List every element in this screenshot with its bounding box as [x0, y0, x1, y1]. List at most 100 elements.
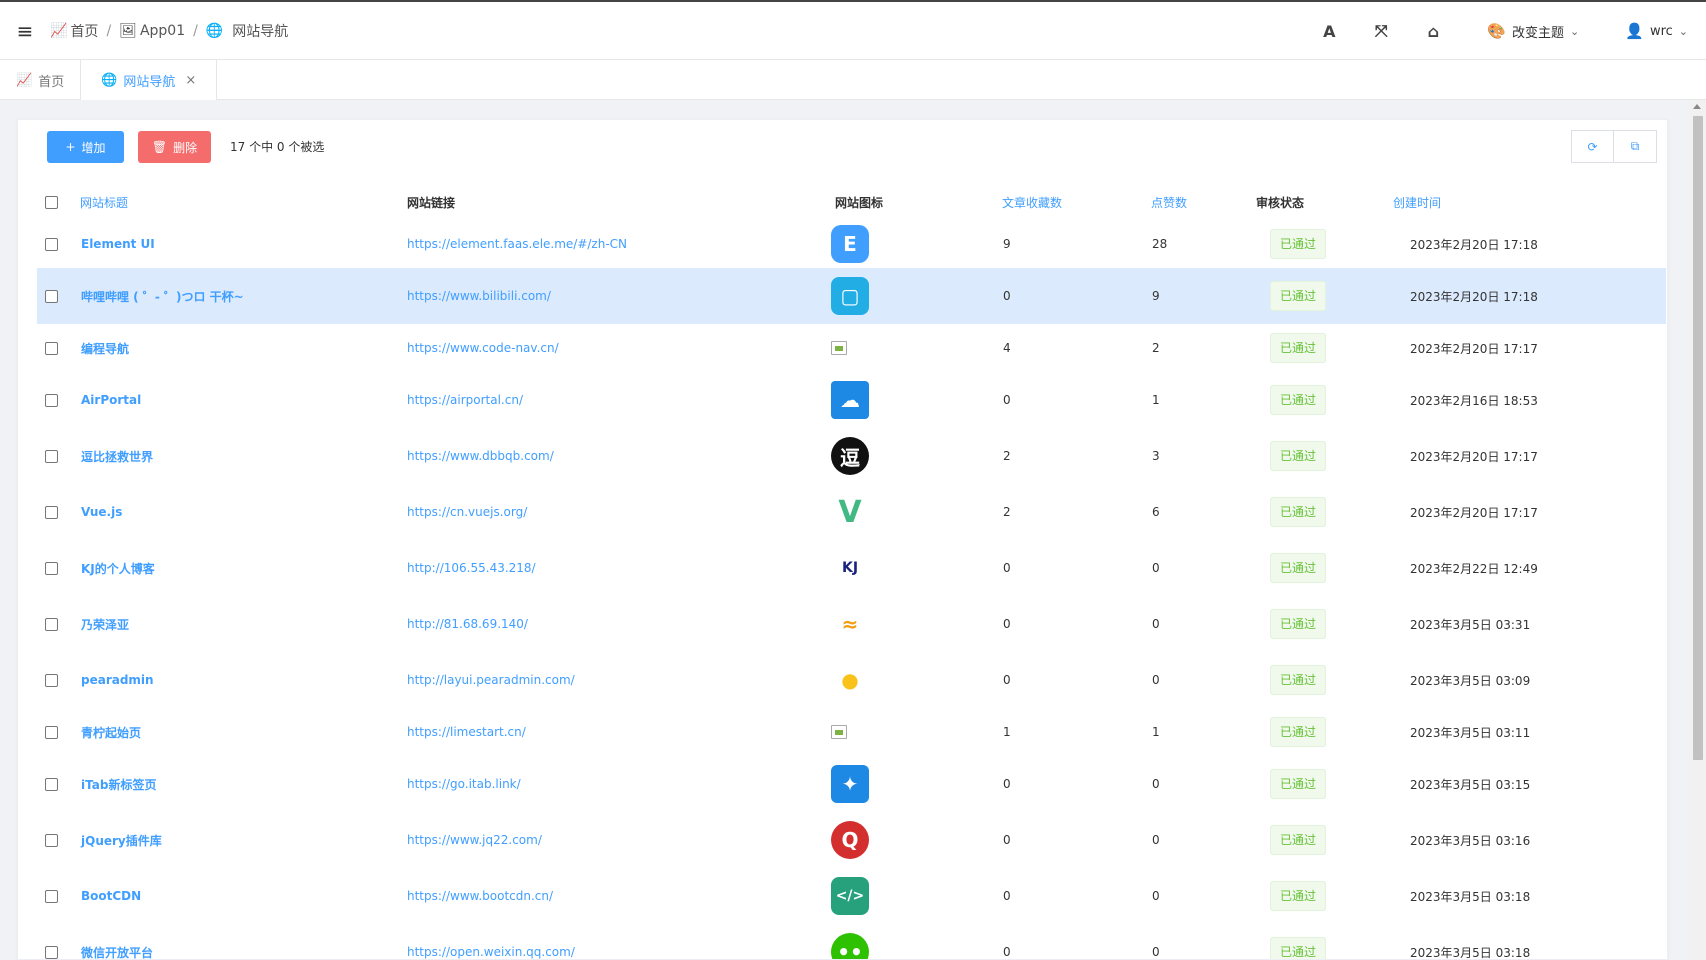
- export-icon[interactable]: ⧉: [1614, 130, 1657, 163]
- site-url-link[interactable]: https://limestart.cn/: [407, 708, 526, 756]
- trash-icon: 🗑: [151, 140, 168, 154]
- chevron-down-icon: ⌄: [1678, 24, 1688, 38]
- row-checkbox[interactable]: [45, 617, 58, 631]
- row-checkbox[interactable]: [45, 725, 58, 739]
- tab-site-nav[interactable]: 🌐 网站导航 ×: [81, 60, 218, 100]
- site-title-link[interactable]: pearadmin: [81, 652, 154, 708]
- site-title-link[interactable]: 微信开放平台: [81, 924, 153, 960]
- table-row[interactable]: 逗比拯救世界 https://www.dbbqb.com/逗 2 3 已通过 2023年2…: [37, 428, 1666, 484]
- table-row[interactable]: AirPortal https://airportal.cn/ ☁ 0 1 已通过 2023…: [37, 372, 1666, 428]
- table-row[interactable]: jQuery插件库 https://www.jq22.com/Q 0 0 已通过 2023…: [37, 812, 1666, 868]
- table-row[interactable]: 青柠起始页 https://limestart.cn/1 1 已通过 2023年3月5日…: [37, 708, 1666, 756]
- delete-button[interactable]: 🗑 删除: [138, 131, 211, 163]
- row-checkbox[interactable]: [45, 777, 58, 791]
- site-url-link[interactable]: http://81.68.69.140/: [407, 596, 528, 652]
- table-row[interactable]: 编程导航 https://www.code-nav.cn/4 2 已通过 2023年2月…: [37, 324, 1666, 372]
- status-badge: 已通过: [1270, 553, 1327, 583]
- select-all-checkbox[interactable]: [45, 195, 58, 209]
- column-header-favorites[interactable]: 文章收藏数: [1002, 184, 1062, 220]
- site-title-link[interactable]: 哔哩哔哩 ( ゜- ゜)つロ 干杯~: [81, 268, 244, 324]
- site-title-link[interactable]: BootCDN: [81, 868, 141, 924]
- column-header-title[interactable]: 网站标题: [80, 184, 128, 220]
- row-checkbox-cell: [45, 540, 58, 596]
- row-checkbox[interactable]: [45, 673, 58, 687]
- site-title-link[interactable]: Element UI: [81, 220, 155, 268]
- breadcrumb-label: App01: [139, 22, 186, 39]
- site-title-link[interactable]: 青柠起始页: [81, 708, 141, 756]
- row-checkbox[interactable]: [45, 237, 58, 251]
- row-checkbox[interactable]: [45, 889, 58, 903]
- breadcrumb-item-app01[interactable]: 🖼 App01: [119, 23, 185, 39]
- select-all-checkbox-cell: [45, 184, 58, 220]
- site-url-link[interactable]: https://www.bootcdn.cn/: [407, 868, 553, 924]
- table-row[interactable]: 乃荣泽亚 http://81.68.69.140/ ≈0 0 已通过 2023年3月5日 …: [37, 596, 1666, 652]
- theme-dropdown[interactable]: 🎨 改变主题 ⌄: [1469, 2, 1597, 60]
- site-url-link[interactable]: https://airportal.cn/: [407, 372, 523, 428]
- column-header-created[interactable]: 创建时间: [1393, 184, 1441, 220]
- scroll-up-icon[interactable]: [1693, 104, 1701, 109]
- row-checkbox-cell: [45, 372, 58, 428]
- site-icon-cell: ●: [831, 652, 869, 708]
- delete-button-label: 删除: [173, 140, 198, 155]
- row-checkbox[interactable]: [45, 945, 58, 959]
- row-checkbox[interactable]: [45, 289, 58, 303]
- row-checkbox[interactable]: [45, 449, 58, 463]
- created-time: 2023年2月20日 17:17: [1410, 505, 1538, 520]
- site-title-link[interactable]: 乃荣泽亚: [81, 596, 129, 652]
- status-cell: 已通过: [1270, 868, 1327, 924]
- site-icon-cell: ≈: [831, 596, 869, 652]
- add-button[interactable]: + 增加: [47, 131, 124, 163]
- content-card: + 增加 🗑 删除 17 个中 0 个被选 ⟳ ⧉ 网站标题 网站链接 网站图标…: [17, 119, 1668, 960]
- table-row[interactable]: 哔哩哔哩 ( ゜- ゜)つロ 干杯~ https://www.bilibili.c…: [37, 268, 1666, 324]
- refresh-icon[interactable]: ⟳: [1571, 130, 1614, 163]
- row-checkbox[interactable]: [45, 561, 58, 575]
- site-title-link[interactable]: AirPortal: [81, 372, 141, 428]
- site-title-link[interactable]: KJ的个人博客: [81, 540, 155, 596]
- site-title-link[interactable]: Vue.js: [81, 484, 122, 540]
- chart-line-icon: 📈: [50, 22, 68, 39]
- site-icon-cell: [831, 324, 847, 372]
- site-url-link[interactable]: http://106.55.43.218/: [407, 540, 536, 596]
- row-checkbox[interactable]: [45, 833, 58, 847]
- row-checkbox[interactable]: [45, 393, 58, 407]
- table-row[interactable]: pearadmin http://layui.pearadmin.com/ ● 0 0 已…: [37, 652, 1666, 708]
- menu-toggle-icon[interactable]: ≡: [0, 2, 50, 60]
- home-icon[interactable]: ⌂: [1407, 2, 1459, 60]
- tab-home[interactable]: 📈 首页: [0, 60, 82, 100]
- favorites-count: 0: [1003, 289, 1011, 303]
- breadcrumb-item-home[interactable]: 📈 首页: [50, 21, 98, 41]
- close-icon[interactable]: ×: [185, 73, 196, 88]
- site-url-link[interactable]: https://www.jq22.com/: [407, 812, 542, 868]
- site-url-link[interactable]: http://layui.pearadmin.com/: [407, 652, 575, 708]
- site-title-link[interactable]: 编程导航: [81, 324, 129, 372]
- likes-count: 3: [1152, 449, 1160, 463]
- vertical-scrollbar[interactable]: [1689, 100, 1706, 960]
- table-row[interactable]: 微信开放平台 https://open.weixin.qq.com/ •• 0 0 已通过…: [37, 924, 1666, 960]
- selection-info: 17 个中 0 个被选: [230, 140, 325, 154]
- site-url-link[interactable]: https://go.itab.link/: [407, 756, 521, 812]
- user-dropdown[interactable]: 👤 wrc ⌄: [1607, 2, 1706, 60]
- site-url-link[interactable]: https://www.code-nav.cn/: [407, 324, 559, 372]
- table-row[interactable]: BootCDN https://www.bootcdn.cn/ </> 0 0 已通过 20…: [37, 868, 1666, 924]
- row-checkbox[interactable]: [45, 341, 58, 355]
- table-row[interactable]: KJ的个人博客 http://106.55.43.218/KJ 0 0 已通过 2023年…: [37, 540, 1666, 596]
- font-size-icon[interactable]: A: [1303, 2, 1355, 60]
- row-checkbox[interactable]: [45, 505, 58, 519]
- scrollbar-thumb[interactable]: [1693, 116, 1703, 760]
- site-title-link[interactable]: 逗比拯救世界: [81, 428, 153, 484]
- site-title-link[interactable]: iTab新标签页: [81, 756, 156, 812]
- site-url-link[interactable]: https://open.weixin.qq.com/: [407, 924, 575, 959]
- column-header-likes[interactable]: 点赞数: [1151, 184, 1187, 220]
- site-url-link[interactable]: https://www.dbbqb.com/: [407, 428, 554, 484]
- table-row[interactable]: Element UI https://element.faas.ele.me/#/…: [37, 220, 1666, 268]
- table-row[interactable]: iTab新标签页 https://go.itab.link/ ✦ 0 0 已通过 2023年…: [37, 756, 1666, 812]
- top-header: ≡ 📈 首页 / 🖼 App01 / 🌐 网站导航 A ⤧ ⌂ 🎨 改变主题 ⌄…: [0, 0, 1706, 60]
- site-url-link[interactable]: https://cn.vuejs.org/: [407, 484, 527, 540]
- site-title-link[interactable]: jQuery插件库: [81, 812, 162, 868]
- fullscreen-icon[interactable]: ⤧: [1355, 2, 1407, 60]
- row-checkbox-cell: [45, 484, 58, 540]
- site-url-link[interactable]: https://www.bilibili.com/: [407, 268, 551, 324]
- favorites-count: 2: [1003, 505, 1011, 519]
- site-url-link[interactable]: https://element.faas.ele.me/#/zh-CN: [407, 220, 627, 268]
- table-row[interactable]: Vue.js https://cn.vuejs.org/V 2 6 已通过 2023年2月…: [37, 484, 1666, 540]
